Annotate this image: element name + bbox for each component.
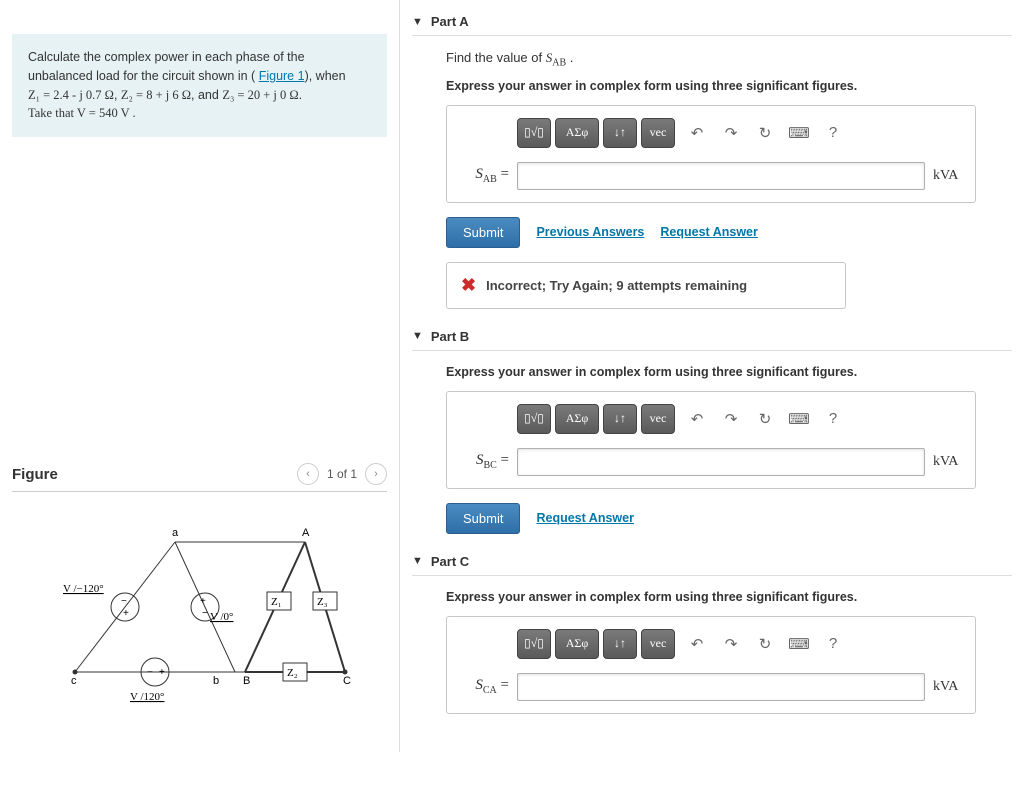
reset-icon[interactable]: ↻ bbox=[753, 121, 777, 145]
part-c-answer-panel: ▯√▯ ΑΣφ ↓↑ vec ↶ ↷ ↻ ⌨ ? SCA = kVA bbox=[446, 616, 976, 714]
vec-button[interactable]: vec bbox=[641, 629, 675, 659]
templates-button[interactable]: ▯√▯ bbox=[517, 629, 551, 659]
figure-counter: 1 of 1 bbox=[327, 467, 357, 481]
z3: Z₃ = 20 + j 0 Ω bbox=[222, 88, 298, 102]
templates-button[interactable]: ▯√▯ bbox=[517, 118, 551, 148]
undo-icon[interactable]: ↶ bbox=[685, 407, 709, 431]
sca-unit: kVA bbox=[933, 679, 963, 695]
greek-button[interactable]: ΑΣφ bbox=[555, 404, 599, 434]
caret-down-icon: ▼ bbox=[412, 555, 423, 567]
part-c-header[interactable]: ▼ Part C bbox=[412, 548, 1012, 576]
svg-text:c: c bbox=[71, 675, 77, 687]
figure-next-button[interactable]: › bbox=[365, 463, 387, 485]
svg-text:−: − bbox=[202, 608, 208, 619]
figure-link[interactable]: Figure 1 bbox=[259, 69, 305, 83]
help-icon[interactable]: ? bbox=[821, 632, 845, 656]
sbc-unit: kVA bbox=[933, 454, 963, 470]
svg-text:+: + bbox=[123, 608, 129, 619]
undo-icon[interactable]: ↶ bbox=[685, 632, 709, 656]
templates-button[interactable]: ▯√▯ bbox=[517, 404, 551, 434]
part-c-label: Part C bbox=[431, 554, 469, 569]
reset-icon[interactable]: ↻ bbox=[753, 407, 777, 431]
greek-button[interactable]: ΑΣφ bbox=[555, 118, 599, 148]
circuit-figure: − + + − − + a c b A B C Z₁ Z₃ Z₂ V /−120… bbox=[12, 492, 387, 742]
svg-text:C: C bbox=[343, 675, 351, 687]
part-b-instr: Express your answer in complex form usin… bbox=[446, 365, 1012, 379]
figure-header: Figure ‹ 1 of 1 › bbox=[12, 457, 387, 492]
sub-sup-button[interactable]: ↓↑ bbox=[603, 118, 637, 148]
svg-text:a: a bbox=[172, 527, 179, 539]
svg-text:V /−120°: V /−120° bbox=[63, 583, 104, 595]
greek-button[interactable]: ΑΣφ bbox=[555, 629, 599, 659]
request-answer-link-b[interactable]: Request Answer bbox=[536, 511, 633, 525]
svg-text:−: − bbox=[121, 596, 127, 607]
z2: Z₂ = 8 + j 6 Ω bbox=[121, 88, 191, 102]
sab-lhs: SAB = bbox=[459, 166, 509, 185]
keyboard-icon[interactable]: ⌨ bbox=[787, 632, 811, 656]
figure-title: Figure bbox=[12, 466, 58, 483]
part-b-submit-button[interactable]: Submit bbox=[446, 503, 520, 534]
keyboard-icon[interactable]: ⌨ bbox=[787, 121, 811, 145]
figure-prev-button[interactable]: ‹ bbox=[297, 463, 319, 485]
undo-icon[interactable]: ↶ bbox=[685, 121, 709, 145]
sbc-lhs: SBC = bbox=[459, 452, 509, 471]
svg-text:B: B bbox=[243, 675, 250, 687]
svg-text:A: A bbox=[302, 527, 310, 539]
sca-lhs: SCA = bbox=[459, 677, 509, 696]
keyboard-icon[interactable]: ⌨ bbox=[787, 407, 811, 431]
part-b-header[interactable]: ▼ Part B bbox=[412, 323, 1012, 351]
sbc-input[interactable] bbox=[517, 448, 925, 476]
previous-answers-link[interactable]: Previous Answers bbox=[536, 225, 644, 239]
sub-sup-button[interactable]: ↓↑ bbox=[603, 629, 637, 659]
help-icon[interactable]: ? bbox=[821, 121, 845, 145]
problem-intro2: ), when bbox=[305, 69, 346, 83]
caret-down-icon: ▼ bbox=[412, 330, 423, 342]
redo-icon[interactable]: ↷ bbox=[719, 121, 743, 145]
part-b-label: Part B bbox=[431, 329, 469, 344]
redo-icon[interactable]: ↷ bbox=[719, 632, 743, 656]
sub-sup-button[interactable]: ↓↑ bbox=[603, 404, 637, 434]
part-c-instr: Express your answer in complex form usin… bbox=[446, 590, 1012, 604]
sab-input[interactable] bbox=[517, 162, 925, 190]
part-a-find: Find the value of SAB . bbox=[446, 50, 1012, 69]
svg-text:+: + bbox=[200, 596, 206, 607]
part-b-answer-panel: ▯√▯ ΑΣφ ↓↑ vec ↶ ↷ ↻ ⌨ ? SBC = kVA bbox=[446, 391, 976, 489]
svg-text:−: − bbox=[147, 667, 153, 678]
svg-text:+: + bbox=[159, 667, 165, 678]
vec-button[interactable]: vec bbox=[641, 118, 675, 148]
request-answer-link-a[interactable]: Request Answer bbox=[660, 225, 757, 239]
z1: Z₁ = 2.4 - j 0.7 Ω bbox=[28, 88, 114, 102]
help-icon[interactable]: ? bbox=[821, 407, 845, 431]
svg-text:b: b bbox=[213, 675, 219, 687]
take-v: Take that V = 540 V . bbox=[28, 106, 136, 120]
svg-text:Z₁: Z₁ bbox=[271, 596, 282, 608]
part-a-submit-button[interactable]: Submit bbox=[446, 217, 520, 248]
part-a-header[interactable]: ▼ Part A bbox=[412, 8, 1012, 36]
reset-icon[interactable]: ↻ bbox=[753, 632, 777, 656]
feedback-text: Incorrect; Try Again; 9 attempts remaini… bbox=[486, 278, 747, 293]
part-a-answer-panel: ▯√▯ ΑΣφ ↓↑ vec ↶ ↷ ↻ ⌨ ? SAB = kVA bbox=[446, 105, 976, 203]
x-icon: ✖ bbox=[461, 275, 476, 296]
part-a-label: Part A bbox=[431, 14, 469, 29]
svg-text:V /120°: V /120° bbox=[130, 691, 164, 703]
problem-statement: Calculate the complex power in each phas… bbox=[12, 34, 387, 137]
sab-unit: kVA bbox=[933, 168, 963, 184]
part-a-feedback: ✖ Incorrect; Try Again; 9 attempts remai… bbox=[446, 262, 846, 309]
redo-icon[interactable]: ↷ bbox=[719, 407, 743, 431]
sca-input[interactable] bbox=[517, 673, 925, 701]
svg-text:V /0°: V /0° bbox=[210, 611, 233, 623]
caret-down-icon: ▼ bbox=[412, 16, 423, 28]
svg-text:Z₃: Z₃ bbox=[317, 596, 328, 608]
vec-button[interactable]: vec bbox=[641, 404, 675, 434]
svg-text:Z₂: Z₂ bbox=[287, 667, 298, 679]
part-a-instr: Express your answer in complex form usin… bbox=[446, 79, 1012, 93]
